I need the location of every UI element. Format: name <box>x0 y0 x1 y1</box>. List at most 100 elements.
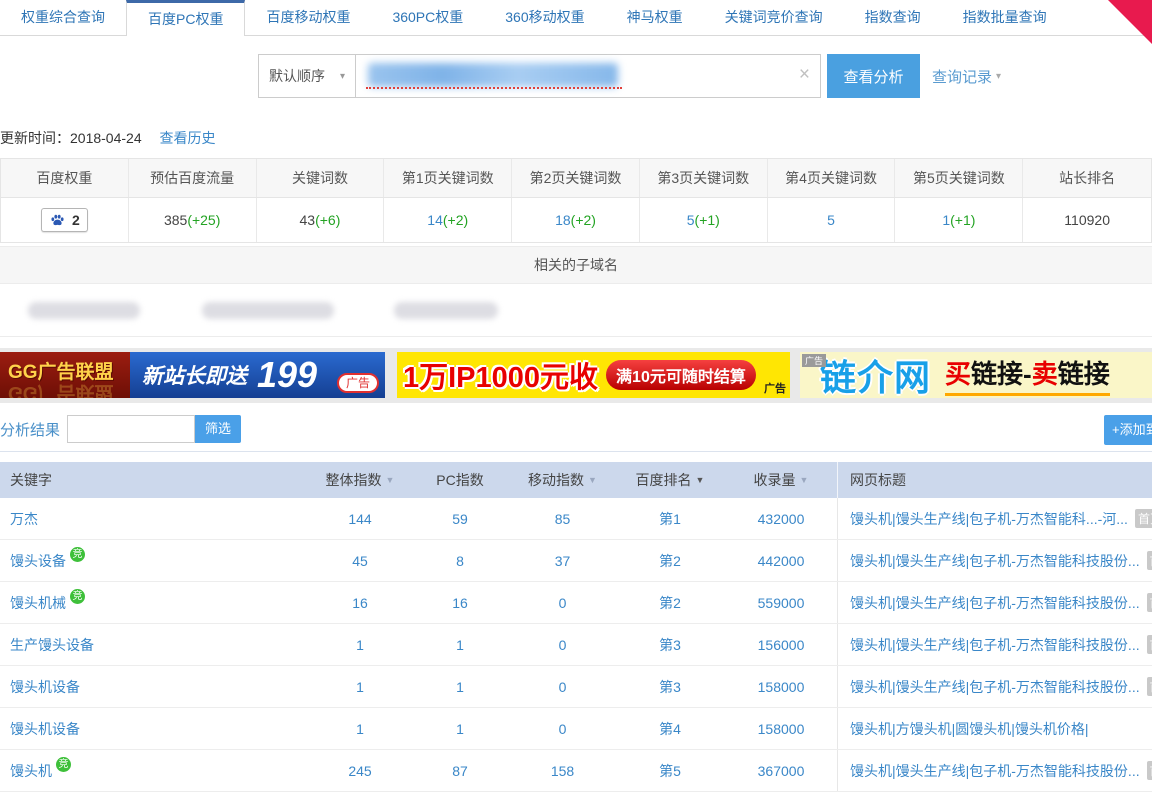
keyword-link[interactable]: 馒头机 <box>10 761 52 781</box>
tab-2[interactable]: 百度PC权重 <box>126 0 245 36</box>
stats-value-cell[interactable]: 5 <box>768 198 896 242</box>
mobile-index[interactable]: 0 <box>510 637 615 653</box>
filter-button[interactable]: 筛选 <box>195 415 241 443</box>
ad-banner-link-market[interactable]: 广告 链介网 买链接-卖链接 <box>800 352 1152 398</box>
tab-3[interactable]: 百度移动权重 <box>245 0 371 35</box>
collect-count[interactable]: 158000 <box>725 679 837 695</box>
baidu-weight-badge[interactable]: 2 <box>41 208 88 232</box>
sort-arrow-icon[interactable]: ▼ <box>696 475 705 485</box>
overall-index[interactable]: 1 <box>310 679 410 695</box>
pc-index[interactable]: 16 <box>410 595 510 611</box>
page-title-link[interactable]: 馒头机|馒头生产线|包子机-万杰智能科技股份... <box>850 677 1140 697</box>
keyword-link[interactable]: 万杰 <box>10 509 38 529</box>
page-title-link[interactable]: 馒头机|馒头生产线|包子机-万杰智能科技股份... <box>850 593 1140 613</box>
column-header-4[interactable]: 移动指数▼ <box>510 470 615 490</box>
collect-count[interactable]: 442000 <box>725 553 837 569</box>
sort-arrow-icon[interactable]: ▼ <box>588 475 597 485</box>
pc-index[interactable]: 59 <box>410 511 510 527</box>
corner-ribbon[interactable] <box>1108 0 1152 44</box>
keyword-link[interactable]: 馒头设备 <box>10 551 66 571</box>
ad-banner-gg-union[interactable]: GG广告联盟 GG广告联盟 新站长即送 199 广告 <box>0 352 385 398</box>
stats-value-cell[interactable]: 1(+1) <box>895 198 1023 242</box>
tab-bar: 权重综合查询百度PC权重百度移动权重360PC权重360移动权重神马权重关键词竞… <box>0 0 1152 36</box>
tab-6[interactable]: 神马权重 <box>606 0 704 35</box>
pc-index[interactable]: 87 <box>410 763 510 779</box>
subdomain-blurred-link[interactable] <box>28 302 140 319</box>
tab-1[interactable]: 权重综合查询 <box>0 0 126 35</box>
sort-arrow-icon[interactable]: ▼ <box>800 475 809 485</box>
overall-index[interactable]: 1 <box>310 721 410 737</box>
sort-order-select[interactable]: 默认顺序 ▾ <box>258 54 355 98</box>
tab-9[interactable]: 指数批量查询 <box>942 0 1068 35</box>
keyword-table-header: 关键字整体指数▼PC指数移动指数▼百度排名▼收录量▼网页标题 <box>0 462 1152 498</box>
stats-value-cell[interactable]: 18(+2) <box>512 198 640 242</box>
baidu-rank[interactable]: 第2 <box>615 551 725 571</box>
mobile-index[interactable]: 0 <box>510 721 615 737</box>
collect-count[interactable]: 559000 <box>725 595 837 611</box>
mobile-index[interactable]: 0 <box>510 595 615 611</box>
overall-index[interactable]: 245 <box>310 763 410 779</box>
search-input[interactable]: × <box>355 54 821 98</box>
ad-banner-ip-revenue[interactable]: 1万IP1000元收 满10元可随时结算 广告 <box>397 352 790 398</box>
ad-offer-number: 199 <box>257 355 317 395</box>
mobile-index[interactable]: 158 <box>510 763 615 779</box>
filter-input[interactable] <box>67 415 195 443</box>
page-title-link[interactable]: 馒头机|馒头生产线|包子机-万杰智能科...-河... <box>850 509 1128 529</box>
column-header-5[interactable]: 百度排名▼ <box>615 470 725 490</box>
pc-index[interactable]: 1 <box>410 679 510 695</box>
tab-4[interactable]: 360PC权重 <box>371 0 484 35</box>
overall-index[interactable]: 45 <box>310 553 410 569</box>
column-header-6[interactable]: 收录量▼ <box>725 470 837 490</box>
keyword-link[interactable]: 生产馒头设备 <box>10 635 94 655</box>
overall-index[interactable]: 144 <box>310 511 410 527</box>
baidu-rank[interactable]: 第5 <box>615 761 725 781</box>
page-title-link[interactable]: 馒头机|方馒头机|圆馒头机|馒头机价格| <box>850 719 1089 739</box>
overall-index[interactable]: 16 <box>310 595 410 611</box>
pc-index[interactable]: 1 <box>410 637 510 653</box>
mobile-index[interactable]: 85 <box>510 511 615 527</box>
subdomain-blurred-link[interactable] <box>394 302 498 319</box>
collect-count[interactable]: 367000 <box>725 763 837 779</box>
sort-arrow-icon[interactable]: ▼ <box>386 475 395 485</box>
subdomain-blurred-link[interactable] <box>202 302 334 319</box>
baidu-rank[interactable]: 第4 <box>615 719 725 739</box>
collect-count[interactable]: 156000 <box>725 637 837 653</box>
analyze-button[interactable]: 查看分析 <box>827 54 920 98</box>
page-title-link[interactable]: 馒头机|馒头生产线|包子机-万杰智能科技股份... <box>850 761 1140 781</box>
tab-7[interactable]: 关键词竞价查询 <box>704 0 844 35</box>
mobile-index[interactable]: 37 <box>510 553 615 569</box>
add-to-monitor-button[interactable]: +添加到监控 <box>1104 415 1152 445</box>
ad-brand-panel: GG广告联盟 GG广告联盟 <box>0 352 130 398</box>
query-history-label: 查询记录 <box>932 66 992 87</box>
baidu-rank[interactable]: 第2 <box>615 593 725 613</box>
pc-index[interactable]: 8 <box>410 553 510 569</box>
baidu-rank[interactable]: 第3 <box>615 635 725 655</box>
overall-index[interactable]: 1 <box>310 637 410 653</box>
page-title-link[interactable]: 馒头机|馒头生产线|包子机-万杰智能科技股份... <box>850 635 1140 655</box>
keyword-link[interactable]: 馒头机设备 <box>10 677 80 697</box>
stats-header-cell: 第2页关键词数 <box>512 159 640 197</box>
stats-value-cell[interactable]: 14(+2) <box>384 198 512 242</box>
baidu-rank[interactable]: 第1 <box>615 509 725 529</box>
section-divider <box>0 451 1152 452</box>
ad-offer-panel: 新站长即送 199 广告 <box>130 352 385 398</box>
keyword-link[interactable]: 馒头机设备 <box>10 719 80 739</box>
baidu-rank[interactable]: 第3 <box>615 677 725 697</box>
view-history-link[interactable]: 查看历史 <box>160 130 216 146</box>
pc-index[interactable]: 1 <box>410 721 510 737</box>
mobile-index[interactable]: 0 <box>510 679 615 695</box>
stats-header-cell: 第1页关键词数 <box>384 159 512 197</box>
column-header-1: 关键字 <box>0 470 310 490</box>
collect-count[interactable]: 432000 <box>725 511 837 527</box>
tab-5[interactable]: 360移动权重 <box>484 0 605 35</box>
clear-icon[interactable]: × <box>799 64 810 86</box>
column-header-2[interactable]: 整体指数▼ <box>310 470 410 490</box>
table-row: 生产馒头设备110第3156000馒头机|馒头生产线|包子机-万杰智能科技股份.… <box>0 624 1152 666</box>
tab-8[interactable]: 指数查询 <box>844 0 942 35</box>
keyword-table: 关键字整体指数▼PC指数移动指数▼百度排名▼收录量▼网页标题 万杰1445985… <box>0 462 1152 792</box>
page-title-link[interactable]: 馒头机|馒头生产线|包子机-万杰智能科技股份... <box>850 551 1140 571</box>
keyword-link[interactable]: 馒头机械 <box>10 593 66 613</box>
query-history-link[interactable]: 查询记录 ▾ <box>932 54 1001 98</box>
stats-value-cell[interactable]: 5(+1) <box>640 198 768 242</box>
collect-count[interactable]: 158000 <box>725 721 837 737</box>
